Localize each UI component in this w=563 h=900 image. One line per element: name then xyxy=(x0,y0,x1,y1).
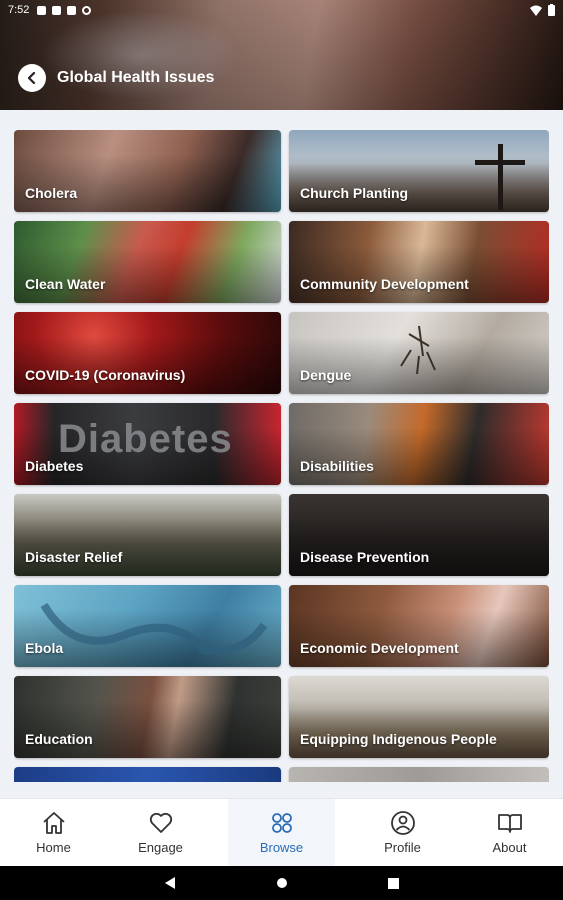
notification-icon xyxy=(67,5,77,15)
nav-home[interactable]: Home xyxy=(0,799,107,866)
system-navigation-bar xyxy=(0,866,563,900)
category-label: Diabetes xyxy=(25,458,84,474)
category-label: Community Development xyxy=(300,276,469,292)
back-triangle-icon[interactable] xyxy=(164,876,176,890)
nav-label: Profile xyxy=(384,840,421,855)
category-card-disaster-relief[interactable]: Disaster Relief xyxy=(14,494,281,576)
page-title: Global Health Issues xyxy=(57,69,215,86)
chevron-left-icon xyxy=(27,72,36,84)
category-grid: Cholera Church Planting Clean Water Comm… xyxy=(14,130,549,782)
category-label: Disease Prevention xyxy=(300,549,430,565)
category-card-church-planting[interactable]: Church Planting xyxy=(289,130,549,212)
notification-icon xyxy=(82,5,92,15)
category-card-cholera[interactable]: Cholera xyxy=(14,130,281,212)
category-label: Equipping Indigenous People xyxy=(300,731,497,747)
category-card-diabetes[interactable]: Diabetes Diabetes xyxy=(14,403,281,485)
nav-label: Home xyxy=(36,840,71,855)
status-time: 7:52 xyxy=(8,4,30,16)
nav-engage[interactable]: Engage xyxy=(107,799,214,866)
nav-label: Engage xyxy=(138,840,183,855)
category-card-equipping-indigenous-people[interactable]: Equipping Indigenous People xyxy=(289,676,549,758)
category-label: Disabilities xyxy=(300,458,374,474)
category-card-partial[interactable] xyxy=(14,767,281,782)
mosquito-icon xyxy=(400,325,436,375)
category-card-ebola[interactable]: Ebola xyxy=(14,585,281,667)
category-label: Dengue xyxy=(300,367,352,383)
heart-icon xyxy=(149,812,172,833)
category-card-education[interactable]: Education xyxy=(14,676,281,758)
recents-square-icon[interactable] xyxy=(388,877,399,889)
diabetes-sign-image: Diabetes xyxy=(58,417,233,461)
nav-label: About xyxy=(492,840,527,855)
status-bar: 7:52 xyxy=(0,0,563,20)
status-notification-icons xyxy=(37,5,92,15)
bottom-navigation: Home Engage Browse Profile About xyxy=(0,798,563,866)
profile-icon xyxy=(390,811,415,835)
battery-icon xyxy=(548,4,555,16)
notification-icon xyxy=(52,5,62,15)
category-card-economic-development[interactable]: Economic Development xyxy=(289,585,549,667)
grid-icon xyxy=(271,813,292,833)
home-circle-icon[interactable] xyxy=(276,877,288,889)
category-label: Cholera xyxy=(25,185,78,201)
category-card-community-development[interactable]: Community Development xyxy=(289,221,549,303)
wifi-icon xyxy=(530,5,542,16)
category-label: Education xyxy=(25,731,93,747)
nav-profile[interactable]: Profile xyxy=(349,799,456,866)
home-icon xyxy=(42,812,65,834)
category-label: Clean Water xyxy=(25,276,106,292)
category-label: Disaster Relief xyxy=(25,549,123,565)
nav-label: Browse xyxy=(259,840,304,855)
header-banner: 7:52 Global Health Issues xyxy=(0,0,563,110)
notification-icon xyxy=(37,5,47,15)
category-card-dengue[interactable]: Dengue xyxy=(289,312,549,394)
category-label: Church Planting xyxy=(300,185,409,201)
nav-browse[interactable]: Browse xyxy=(228,799,335,866)
category-label: Economic Development xyxy=(300,640,459,656)
category-label: Ebola xyxy=(25,640,64,656)
virus-strand-icon xyxy=(40,602,268,655)
category-card-disabilities[interactable]: Disabilities xyxy=(289,403,549,485)
category-card-partial[interactable] xyxy=(289,767,549,782)
category-card-disease-prevention[interactable]: Disease Prevention xyxy=(289,494,549,576)
back-button[interactable] xyxy=(18,64,46,92)
cross-icon xyxy=(475,144,525,210)
category-card-clean-water[interactable]: Clean Water xyxy=(14,221,281,303)
category-label: COVID-19 (Coronavirus) xyxy=(25,367,186,383)
book-icon xyxy=(497,814,522,833)
nav-about[interactable]: About xyxy=(456,799,563,866)
category-card-covid-19[interactable]: COVID-19 (Coronavirus) xyxy=(14,312,281,394)
